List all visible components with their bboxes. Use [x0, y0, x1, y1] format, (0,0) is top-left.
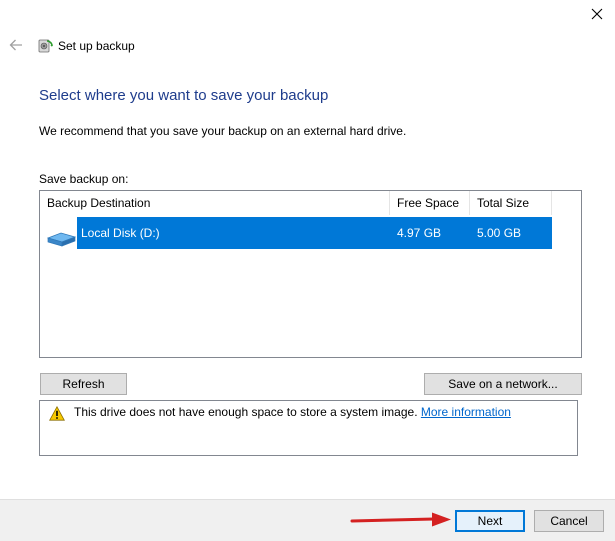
setup-backup-window: Set up backup Select where you want to s…	[0, 0, 615, 541]
row-total-size: 5.00 GB	[477, 226, 522, 240]
row-free-space: 4.97 GB	[397, 226, 442, 240]
next-button[interactable]: Next	[455, 510, 525, 532]
close-icon	[591, 8, 603, 20]
more-information-link[interactable]: More information	[421, 405, 511, 419]
column-header-destination[interactable]: Backup Destination	[40, 191, 390, 215]
window-title: Set up backup	[58, 39, 135, 53]
hard-drive-icon	[46, 232, 76, 247]
warning-text: This drive does not have enough space to…	[74, 405, 418, 419]
annotation-arrow-icon	[350, 512, 451, 527]
page-title: Select where you want to save your backu…	[39, 87, 329, 104]
row-destination: Local Disk (D:)	[81, 226, 160, 240]
refresh-button[interactable]: Refresh	[40, 373, 127, 395]
save-on-network-button[interactable]: Save on a network...	[424, 373, 582, 395]
close-button[interactable]	[585, 4, 609, 24]
table-row[interactable]: Local Disk (D:) 4.97 GB 5.00 GB	[77, 217, 552, 249]
intro-text: We recommend that you save your backup o…	[39, 124, 407, 138]
save-backup-label: Save backup on:	[39, 172, 129, 186]
back-button[interactable]	[6, 36, 26, 54]
column-header-total-size[interactable]: Total Size	[470, 191, 552, 215]
list-header: Backup Destination Free Space Total Size	[40, 191, 552, 215]
backup-icon	[38, 39, 53, 53]
warning-icon	[49, 406, 65, 421]
backup-destination-list[interactable]: Backup Destination Free Space Total Size…	[39, 190, 582, 358]
warning-panel: This drive does not have enough space to…	[39, 400, 578, 456]
warning-message: This drive does not have enough space to…	[74, 405, 511, 419]
back-arrow-icon	[9, 39, 22, 51]
cancel-button[interactable]: Cancel	[534, 510, 604, 532]
column-header-free-space[interactable]: Free Space	[390, 191, 470, 215]
